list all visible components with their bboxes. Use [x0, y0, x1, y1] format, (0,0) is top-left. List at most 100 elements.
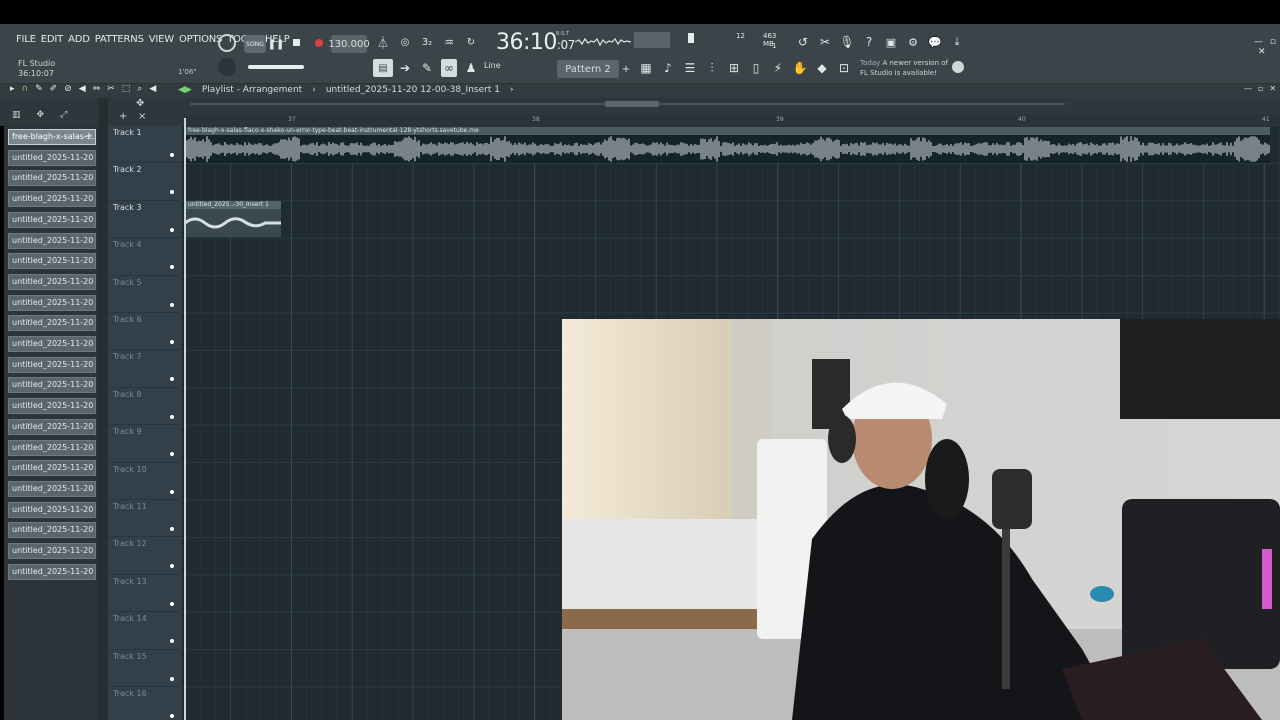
track-enable-led[interactable] [170, 377, 174, 382]
picker-item[interactable]: untitled_2025-11-20 12-... [8, 543, 96, 559]
track-enable-led[interactable] [170, 265, 174, 270]
playlist-close-icon[interactable]: ✕ [1269, 84, 1276, 93]
track-enable-led[interactable] [170, 302, 174, 307]
delete-tool-icon[interactable]: ⊘ [64, 84, 72, 94]
picker-add-icon[interactable]: + [85, 130, 93, 144]
picker-item[interactable]: untitled_2025-11-20 11-... [8, 273, 96, 290]
track-header[interactable]: Track 8 [108, 388, 182, 426]
track-header[interactable]: Track 2 [108, 163, 182, 201]
browser-icon[interactable]: ⊞ [725, 59, 743, 77]
track-enable-led[interactable] [170, 714, 174, 718]
step-edit-icon[interactable]: ♒ [440, 33, 458, 51]
record-mode-icon[interactable] [218, 34, 236, 52]
playlist-path[interactable]: untitled_2025-11-20 12-00-38_Insert 1 [326, 85, 500, 95]
track-header[interactable]: Track 14 [108, 612, 182, 650]
master-volume-slider[interactable] [248, 65, 304, 69]
arrow-icon[interactable]: ➔ [397, 59, 413, 77]
picker-item[interactable]: untitled_2025-11-20 11-... [8, 418, 96, 435]
restore-icon[interactable]: ▫ [1270, 37, 1276, 47]
menu-view[interactable]: VIEW [149, 34, 174, 45]
track-header[interactable]: Track 7 [108, 350, 182, 388]
picker-item[interactable]: untitled_2025-11-20 11-... [8, 232, 96, 249]
slice-tool-icon[interactable]: ✂ [107, 84, 115, 94]
snap-select[interactable]: Line [484, 61, 501, 70]
undo-icon[interactable]: ↺ [794, 33, 812, 51]
track-header[interactable]: Track 9 [108, 425, 182, 463]
plugin-icon[interactable]: ⚙ [904, 33, 922, 51]
slip-tool-icon[interactable]: ⇔ [93, 84, 101, 94]
picker-item[interactable]: untitled_2025-11-20 11-... [8, 377, 96, 394]
audio-clip-insert[interactable]: untitled_2025..-30_Insert 1 [185, 201, 281, 237]
picker-item[interactable]: free-blagh-x-salas-... + [8, 129, 96, 145]
add-track-icon[interactable]: + [119, 111, 127, 122]
close-icon[interactable]: ✕ [1258, 47, 1266, 57]
magnet-icon[interactable]: ∩ [22, 84, 29, 94]
track-header[interactable]: Track 16 [108, 687, 182, 720]
expand-icon[interactable]: ⤢ [60, 110, 67, 120]
countdown-icon[interactable]: 3₂ [418, 33, 436, 51]
picker-item[interactable]: untitled_2025-11-20 12-... [8, 501, 96, 518]
track-header[interactable]: Track 6 [108, 313, 182, 351]
stamp-icon[interactable]: ♟ [463, 59, 479, 77]
track-header[interactable]: Track 11 [108, 500, 182, 538]
touch-keyboard-icon[interactable]: ✋ [791, 59, 809, 77]
track-enable-led[interactable] [170, 601, 174, 606]
pattern-picker-icon[interactable]: ▥ [12, 110, 21, 120]
help-icon[interactable]: ? [860, 33, 878, 51]
move-icon[interactable]: ✥ [37, 110, 45, 120]
pattern-selector[interactable]: Pattern 2 [557, 60, 619, 78]
minimize-icon[interactable]: — [1254, 37, 1263, 47]
add-pattern-icon[interactable]: + [621, 60, 631, 78]
track-enable-led[interactable] [170, 639, 174, 644]
track-enable-led[interactable] [170, 489, 174, 494]
stop-icon[interactable] [291, 37, 301, 47]
picker-item[interactable]: untitled_2025-11-20 11-... [8, 398, 96, 415]
playlist-minimize-icon[interactable]: — [1244, 84, 1252, 93]
track-enable-led[interactable] [170, 527, 174, 531]
save-icon[interactable]: ▣ [882, 33, 900, 51]
track-header[interactable]: Track 15 [108, 650, 182, 687]
menu-add[interactable]: ADD [68, 34, 90, 45]
picker-item[interactable]: untitled_2025-11-20 12-... [8, 563, 96, 580]
picker-item[interactable]: untitled_2025-11-20 11-... [8, 460, 96, 477]
picker-item[interactable]: untitled_2025-11-20 11-... [8, 149, 96, 166]
download-icon[interactable]: ⤓ [948, 33, 966, 51]
select-tool-icon[interactable]: ⬚ [122, 84, 131, 94]
playlist-window-icon[interactable]: ▦ [637, 59, 655, 77]
menu-options[interactable]: OPTIONS [179, 34, 222, 45]
track-enable-led[interactable] [170, 676, 174, 681]
track-header[interactable]: Track 1 [108, 126, 182, 164]
picker-item[interactable]: untitled_2025-11-20 11-... [8, 356, 96, 373]
record-icon[interactable] [313, 37, 325, 49]
track-enable-led[interactable] [170, 452, 174, 457]
picker-item[interactable]: untitled_2025-11-20 11-... [8, 170, 96, 187]
paint-tool-icon[interactable]: ✐ [50, 84, 58, 94]
track-header[interactable]: Track 5 [108, 276, 182, 313]
timeline-ruler[interactable]: 37 38 39 40 41 [182, 114, 1280, 126]
project-icon[interactable]: ▯ [747, 59, 765, 77]
picker-item[interactable]: untitled_2025-11-20 11-... [8, 480, 96, 497]
loop-record-icon[interactable]: ↻ [462, 33, 480, 51]
track-enable-led[interactable] [170, 414, 174, 419]
menu-file[interactable]: FILE [16, 34, 36, 45]
picker-item[interactable]: untitled_2025-11-20 11-... [8, 439, 96, 456]
tempo-display[interactable]: 130.000 [328, 35, 370, 53]
ai-tools-icon[interactable]: ◆ [813, 59, 831, 77]
track-header[interactable]: Track 13 [108, 575, 182, 613]
remove-track-icon[interactable]: × [138, 111, 146, 122]
piano-roll-icon[interactable]: ♪ [659, 59, 677, 77]
channel-rack-icon[interactable]: ☰ [681, 59, 699, 77]
mic-icon[interactable]: 🎙 [838, 33, 856, 51]
wait-input-icon[interactable]: ◎ [396, 33, 414, 51]
master-pitch-knob[interactable] [218, 58, 236, 76]
song-mode-button[interactable]: SONG [244, 35, 266, 53]
menu-patterns[interactable]: PATTERNS [95, 34, 144, 45]
link-icon[interactable]: ∞ [441, 59, 457, 77]
playback-tool-icon[interactable]: ◀ [149, 84, 156, 94]
zoom-tool-icon[interactable]: ⌕ [137, 84, 142, 94]
track-enable-led[interactable] [170, 190, 174, 195]
globe-icon[interactable] [952, 61, 964, 73]
track-enable-led[interactable] [170, 564, 174, 569]
picker-item[interactable]: untitled_2025-11-20 11-... [8, 211, 96, 228]
picker-item[interactable]: untitled_2025-11-20 11-... [8, 191, 96, 208]
